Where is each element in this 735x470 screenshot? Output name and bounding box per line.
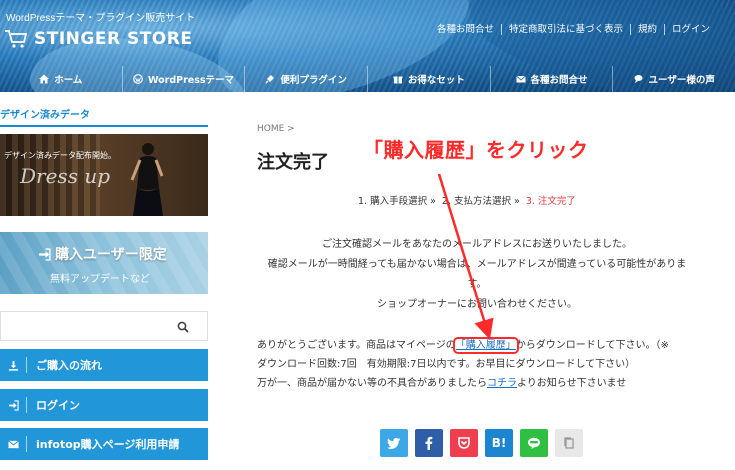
designed-data-banner[interactable]: デザイン済みデータ配布開始。 Dress up	[0, 134, 208, 216]
main-content: HOME > 注文完了 「購入履歴」をクリック 1. 購入手段選択 » 2. 支…	[215, 92, 735, 470]
member-banner-title-text: 購入ユーザー限定	[55, 247, 167, 263]
sign-in-icon	[0, 399, 26, 411]
home-icon	[39, 74, 50, 84]
step-purchase-method: 1. 購入手段選択 »	[358, 196, 436, 207]
message-line: す。	[467, 279, 487, 290]
top-links: 各種お問合せ 特定商取引法に基づく表示 規約 ログイン	[430, 24, 717, 35]
envelope-icon	[515, 75, 526, 83]
infotop-application-label: infotop購入ページ利用申請	[36, 438, 180, 451]
site-name: STINGER STORE	[34, 29, 193, 49]
wordpress-icon	[133, 74, 143, 84]
pocket-share-button[interactable]	[450, 429, 478, 457]
purchase-flow-button[interactable]: ご購入の流れ	[0, 349, 208, 381]
nav-item-plugins[interactable]: 便利プラグイン	[244, 66, 367, 92]
cart-icon	[5, 30, 28, 48]
search-icon[interactable]	[177, 321, 189, 333]
model-figure-image	[130, 143, 164, 216]
sidebar-heading-underline	[0, 125, 208, 127]
copy-link-button[interactable]	[555, 429, 583, 457]
message-line: 確認メールが一時間経っても届かない場合は、メールアドレスが間違っている可能性があ…	[267, 259, 687, 270]
nav-item-wordpress-theme[interactable]: WordPressテーマ	[121, 66, 245, 92]
envelope-icon	[0, 439, 26, 450]
gift-icon	[393, 76, 403, 84]
button-separator	[26, 357, 27, 373]
instructions-line-1: ありがとうございます。商品はマイページの「購入履歴」からダウンロードして下さい。…	[257, 336, 717, 355]
site-header: WordPressテーマ・プラグイン販売サイト STINGER STORE 各種…	[0, 0, 735, 92]
top-link-contact[interactable]: 各種お問合せ	[430, 24, 501, 35]
order-steps: 1. 購入手段選択 » 2. 支払方法選択 » 3. 注文完了	[358, 193, 576, 207]
nav-item-label: ホーム	[54, 75, 83, 86]
global-nav: ホーム WordPressテーマ 便利プラグイン お得なセット 各種お問合せ ユ…	[0, 66, 735, 92]
step-order-complete: 3. 注文完了	[525, 196, 576, 207]
hatena-bookmark-button[interactable]: B!	[485, 429, 513, 457]
nav-item-label: ユーザー様の声	[648, 75, 715, 86]
instructions-text: 万が一、商品が届かない等の不具合がありましたら	[257, 378, 487, 389]
nav-item-label: WordPressテーマ	[147, 75, 235, 86]
instructions-text: よりお知らせ下さいませ	[517, 378, 627, 389]
sidebar: デザイン済みデータ デザイン済みデータ配布開始。 Dress up 購入ユーザー…	[0, 92, 215, 470]
search-box[interactable]	[0, 311, 208, 341]
nav-item-contact[interactable]: 各種お問合せ	[489, 66, 613, 92]
breadcrumb[interactable]: HOME >	[257, 124, 295, 134]
purchase-flow-label: ご購入の流れ	[36, 359, 102, 372]
contact-here-link[interactable]: コチラ	[487, 378, 517, 389]
site-tagline: WordPressテーマ・プラグイン販売サイト	[6, 13, 196, 24]
site-logo[interactable]: STINGER STORE	[4, 27, 192, 51]
pocket-icon	[458, 437, 470, 449]
member-only-banner[interactable]: 購入ユーザー限定 無料アップデートなど	[0, 232, 208, 294]
banner-script-text: Dress up	[20, 164, 110, 188]
copy-icon	[564, 437, 574, 449]
facebook-icon	[425, 436, 433, 450]
download-instructions: ありがとうございます。商品はマイページの「購入履歴」からダウンロードして下さい。…	[257, 336, 717, 393]
nav-item-label: お得なセット	[407, 75, 465, 86]
download-icon	[0, 360, 26, 371]
step-payment-method: 2. 支払方法選択 »	[441, 196, 520, 207]
comments-icon	[634, 75, 643, 83]
button-separator	[26, 436, 27, 452]
message-line: ご注文確認メールをあなたのメールアドレスにお送りいたしました。	[322, 239, 632, 250]
nav-item-label: 便利プラグイン	[280, 75, 347, 86]
login-button[interactable]: ログイン	[0, 389, 208, 421]
facebook-share-button[interactable]	[415, 429, 443, 457]
login-label: ログイン	[36, 399, 80, 412]
instructions-line-3: 万が一、商品が届かない等の不具合がありましたらコチラよりお知らせ下さいませ	[257, 374, 717, 393]
sidebar-heading: デザイン済みデータ	[0, 110, 90, 121]
twitter-icon	[387, 438, 400, 449]
share-buttons: B!	[380, 429, 583, 457]
member-banner-title: 購入ユーザー限定	[38, 244, 167, 264]
nav-item-label: 各種お問合せ	[530, 75, 588, 86]
button-separator	[26, 397, 27, 413]
click-instruction-annotation: 「購入履歴」をクリック	[363, 138, 589, 162]
top-link-terms[interactable]: 規約	[629, 24, 664, 35]
sign-in-icon	[39, 247, 51, 261]
banner-caption: デザイン済みデータ配布開始。	[4, 151, 116, 160]
confirmation-message: ご注文確認メールをあなたのメールアドレスにお送りいたしました。 確認メールが一時…	[257, 235, 697, 315]
twitter-share-button[interactable]	[380, 429, 408, 457]
top-link-tokushoho[interactable]: 特定商取引法に基づく表示	[500, 24, 630, 35]
nav-item-sets[interactable]: お得なセット	[367, 66, 490, 92]
plug-icon	[265, 75, 275, 84]
member-banner-subtitle: 無料アップデートなど	[50, 274, 150, 285]
nav-item-home[interactable]: ホーム	[0, 66, 122, 92]
line-icon	[528, 437, 540, 449]
top-link-login[interactable]: ログイン	[663, 24, 717, 35]
line-share-button[interactable]	[520, 429, 548, 457]
infotop-application-button[interactable]: infotop購入ページ利用申請	[0, 428, 208, 460]
message-line: ショップオーナーにお問い合わせください。	[377, 299, 577, 310]
instructions-text: ありがとうございます。商品はマイページの	[257, 340, 456, 351]
instructions-line-2: ダウンロード回数:7回 有効期限:7日以内です。お早目にダウンロードして下さい）	[257, 359, 636, 370]
nav-item-voices[interactable]: ユーザー様の声	[612, 66, 735, 92]
page-title: 注文完了	[257, 152, 329, 173]
instructions-text: からダウンロードして下さい。（※	[515, 340, 669, 351]
purchase-history-link[interactable]: 「購入履歴」	[452, 337, 519, 354]
